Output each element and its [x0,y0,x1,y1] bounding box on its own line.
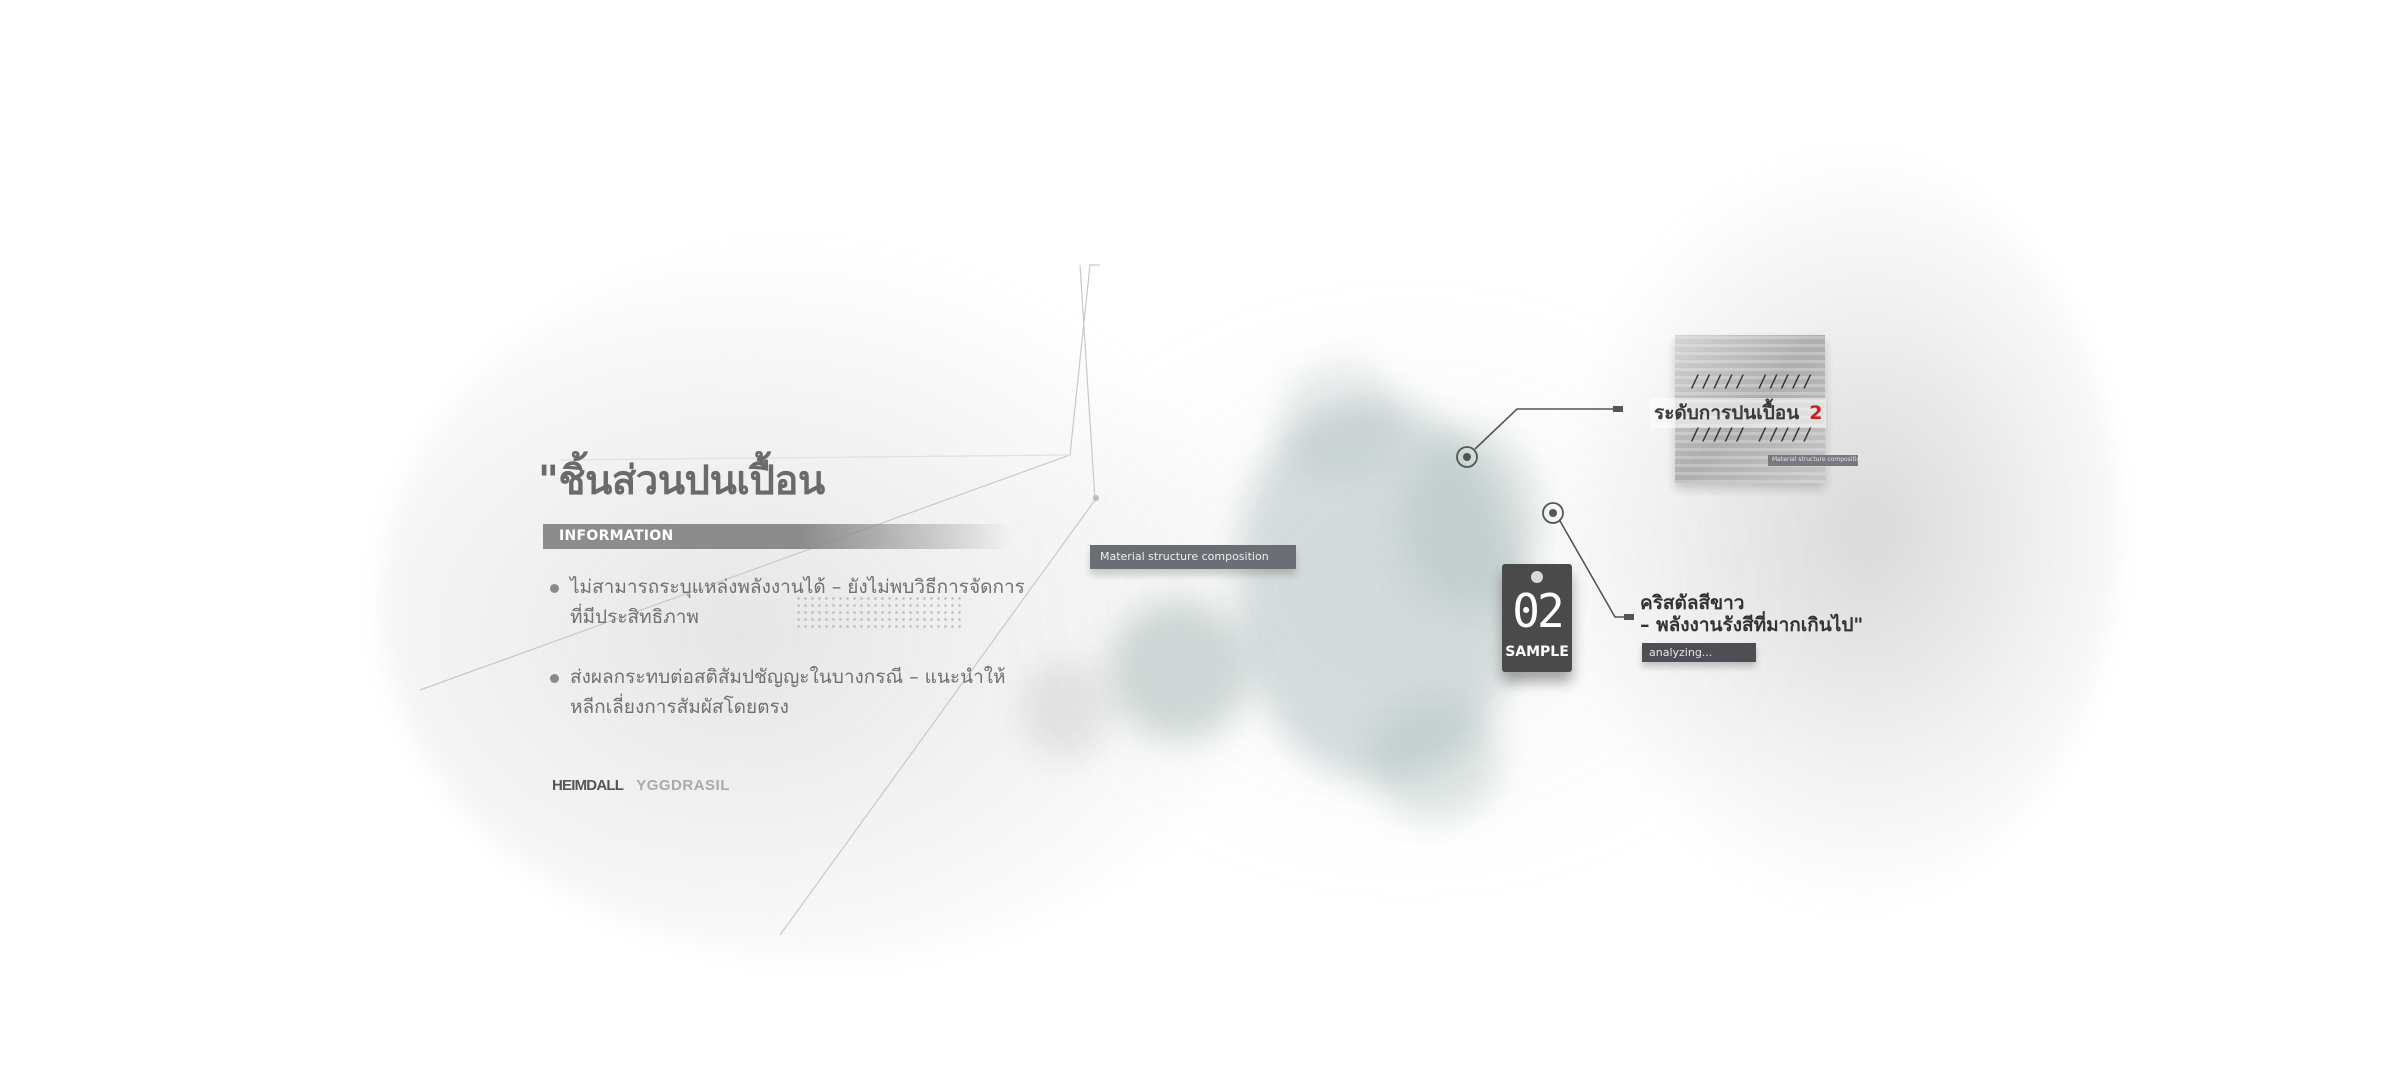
target-dot-icon [1463,453,1471,461]
bullet-text-line: ที่มีประสิทธิภาพ [570,606,699,628]
info-bullet-list: ไม่สามารถระบุแหล่งพลังงานได้ – ยังไม่พบว… [548,572,1068,752]
slash-decoration: ///// ///// [1690,425,1814,445]
target-dot-icon [1549,509,1557,517]
material-structure-tag: Material structure composition [1090,545,1296,569]
information-header: INFORMATION [543,524,1013,549]
bullet-text-line: ส่งผลกระทบต่อสติสัมปชัญญะในบางกรณี – แนะ… [570,666,1006,688]
material-structure-label: Material structure composition [1100,550,1269,563]
frame-node [1093,495,1099,501]
thumbnail-caption: Material structure composition [1772,456,1864,463]
information-label: INFORMATION [559,528,674,544]
sample-number: 02 [1512,584,1564,638]
list-item: ส่งผลกระทบต่อสติสัมปชัญญะในบางกรณี – แนะ… [548,662,1068,722]
contamination-level-value: 2 [1809,402,1823,424]
sample-label: SAMPLE [1505,644,1569,660]
heimdall-logo: HEIMDALL [552,777,624,794]
contamination-level: ระดับการปนเปื้อน 2 [1650,398,1827,428]
bullet-icon [550,584,559,593]
callout-end-marker [1624,614,1634,620]
callout-contamination [1456,406,1623,468]
crystal-description: คริสตัลสีขาว – พลังงานรังสีที่มากเกินไป" [1640,592,1863,636]
contamination-level-label: ระดับการปนเปื้อน [1654,402,1800,424]
decoration-lines [419,264,1634,936]
thumbnail-caption-bar: Material structure composition [1768,455,1864,466]
sample-tag[interactable]: 02 SAMPLE [1502,564,1572,672]
frame-line [1079,264,1096,501]
tag-hole-icon [1531,571,1543,583]
analysis-status-badge: analyzing... [1642,643,1756,662]
bullet-text-line: ไม่สามารถระบุแหล่งพลังงานได้ – ยังไม่พบว… [570,576,1025,598]
list-item: ไม่สามารถระบุแหล่งพลังงานได้ – ยังไม่พบว… [548,572,1068,632]
callout-line [1474,408,1616,450]
yggdrasil-logo: YGGDRASIL [636,777,730,794]
callout-end-marker [1613,406,1623,412]
bullet-icon [550,674,559,683]
crystal-line: – พลังงานรังสีที่มากเกินไป" [1640,614,1864,636]
crystal-line: คริสตัลสีขาว [1640,592,1745,614]
bullet-text-line: หลีกเลี่ยงการสัมผัสโดยตรง [570,696,789,718]
slash-decoration: ///// ///// [1690,372,1814,392]
page-title: "ชิ้นส่วนปนเปื้อน [538,458,825,504]
publisher-logos: HEIMDALL YGGDRASIL [552,775,730,794]
analysis-status-text: analyzing... [1649,646,1713,659]
